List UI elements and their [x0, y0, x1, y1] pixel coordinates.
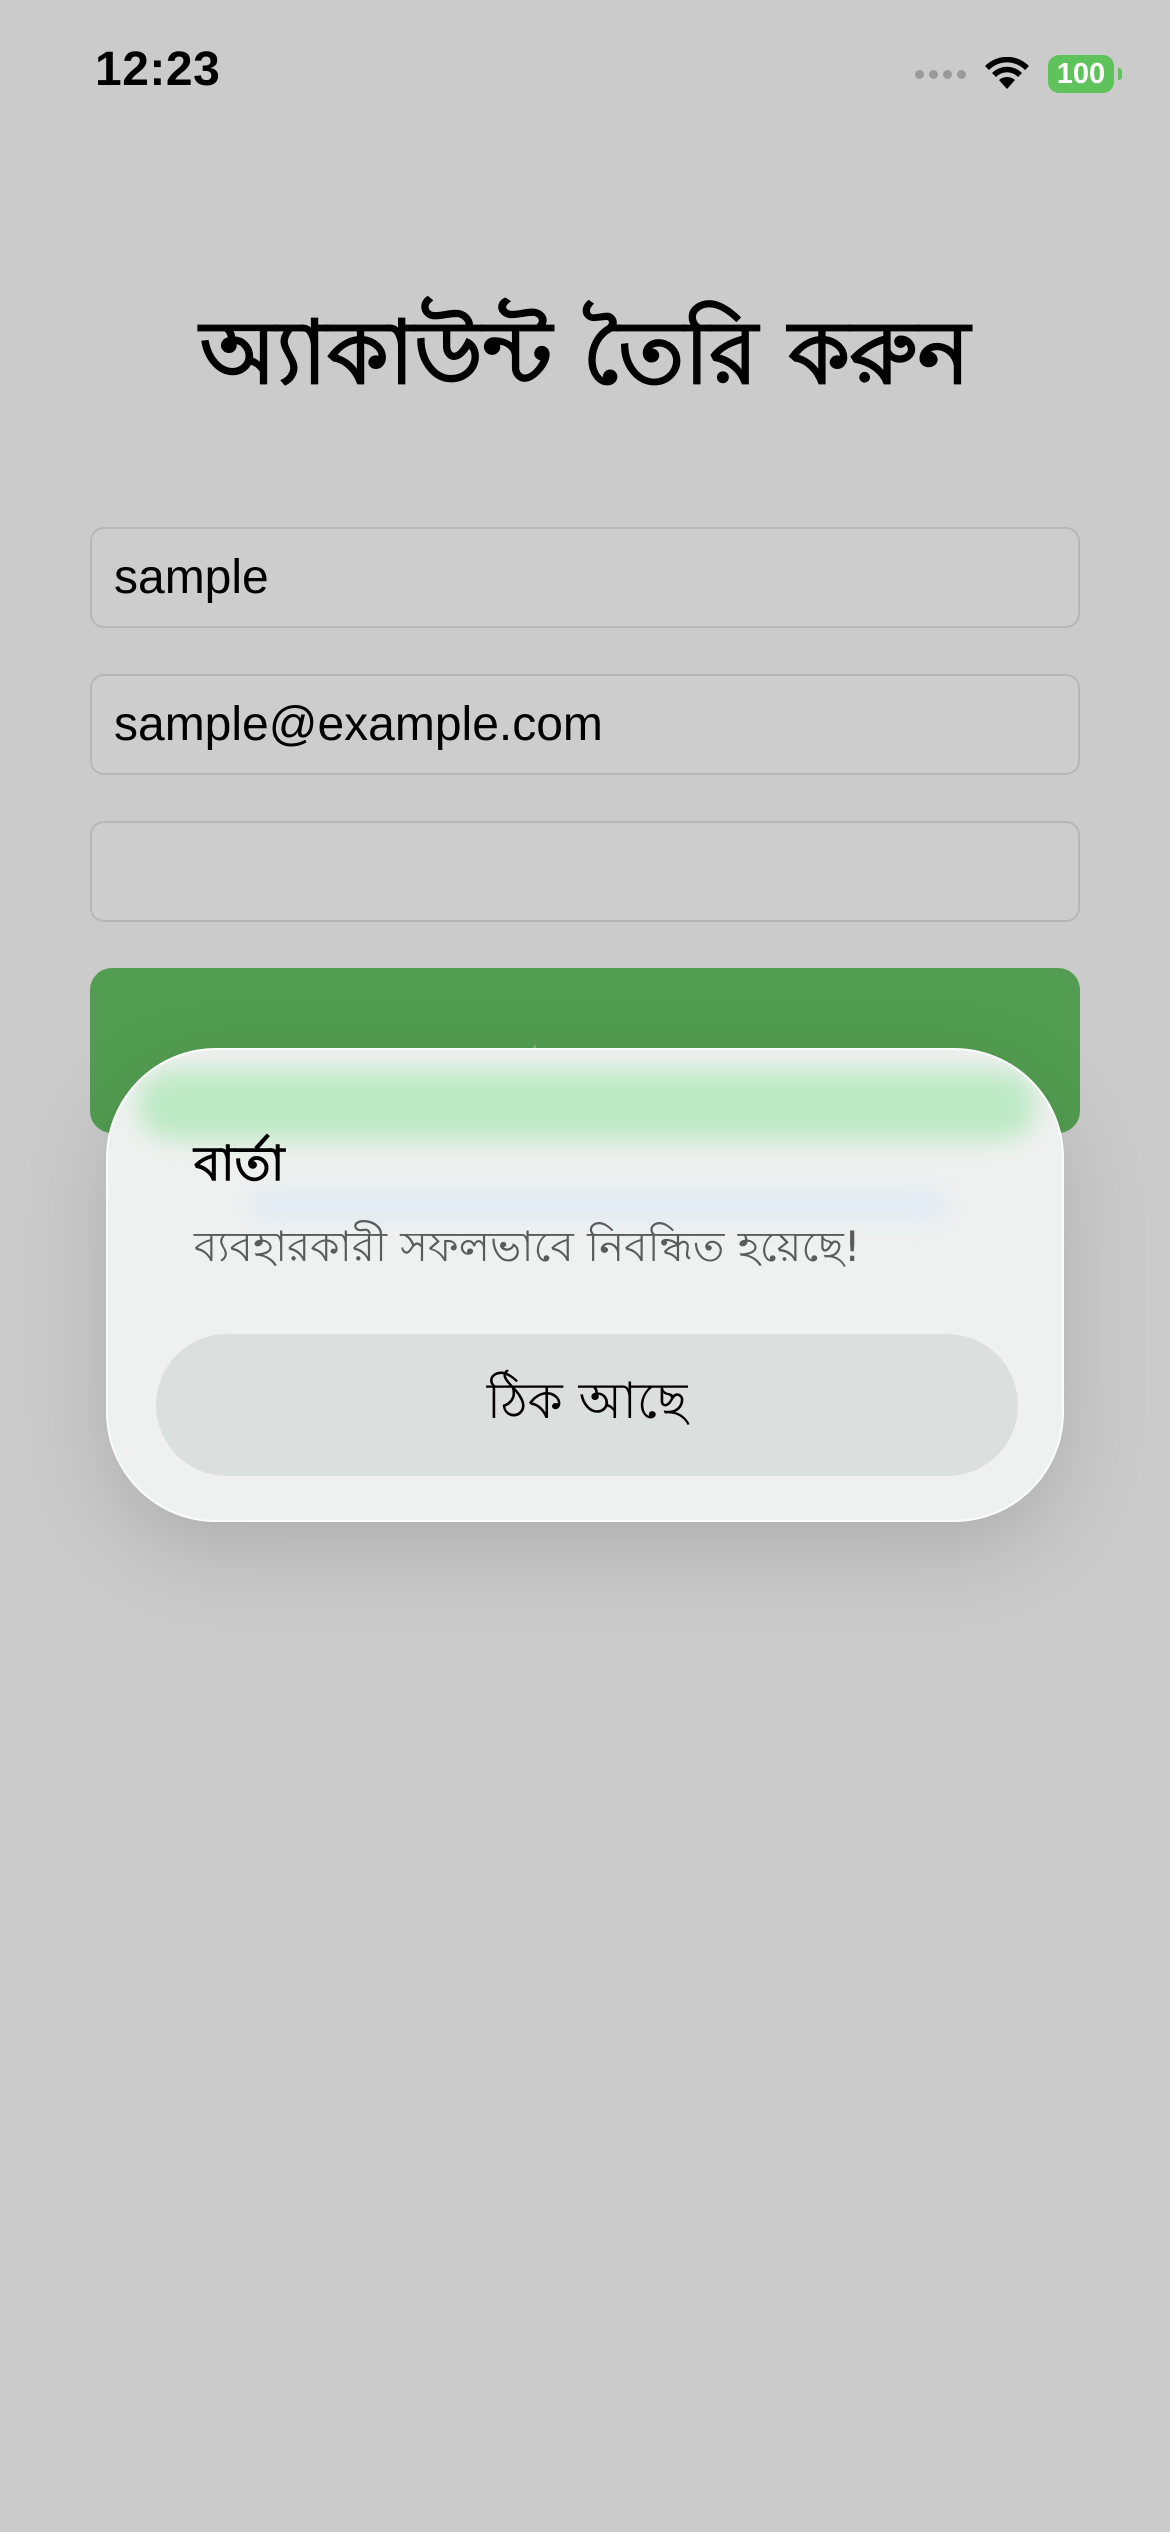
status-bar: 12:23 100: [0, 0, 1170, 150]
email-field[interactable]: [90, 674, 1080, 775]
signal-dots-icon: [915, 69, 966, 79]
password-field[interactable]: [90, 821, 1080, 922]
wifi-icon: [984, 57, 1030, 91]
battery-level: 100: [1056, 57, 1106, 90]
battery-indicator: 100: [1048, 55, 1122, 93]
alert-ok-button[interactable]: ঠিক আছে: [156, 1334, 1018, 1476]
alert-title: বার্তা: [194, 1136, 285, 1192]
alert-dialog: বার্তা ব্যবহারকারী সফলভাবে নিবন্ধিত হয়ে…: [106, 1048, 1064, 1522]
status-icons: 100: [915, 50, 1122, 98]
page-title: অ্যাকাউন্ট তৈরি করুন: [199, 301, 971, 404]
name-field[interactable]: [90, 527, 1080, 628]
alert-message: ব্যবহারকারী সফলভাবে নিবন্ধিত হয়েছে!: [194, 1222, 861, 1271]
status-time: 12:23: [95, 43, 221, 96]
